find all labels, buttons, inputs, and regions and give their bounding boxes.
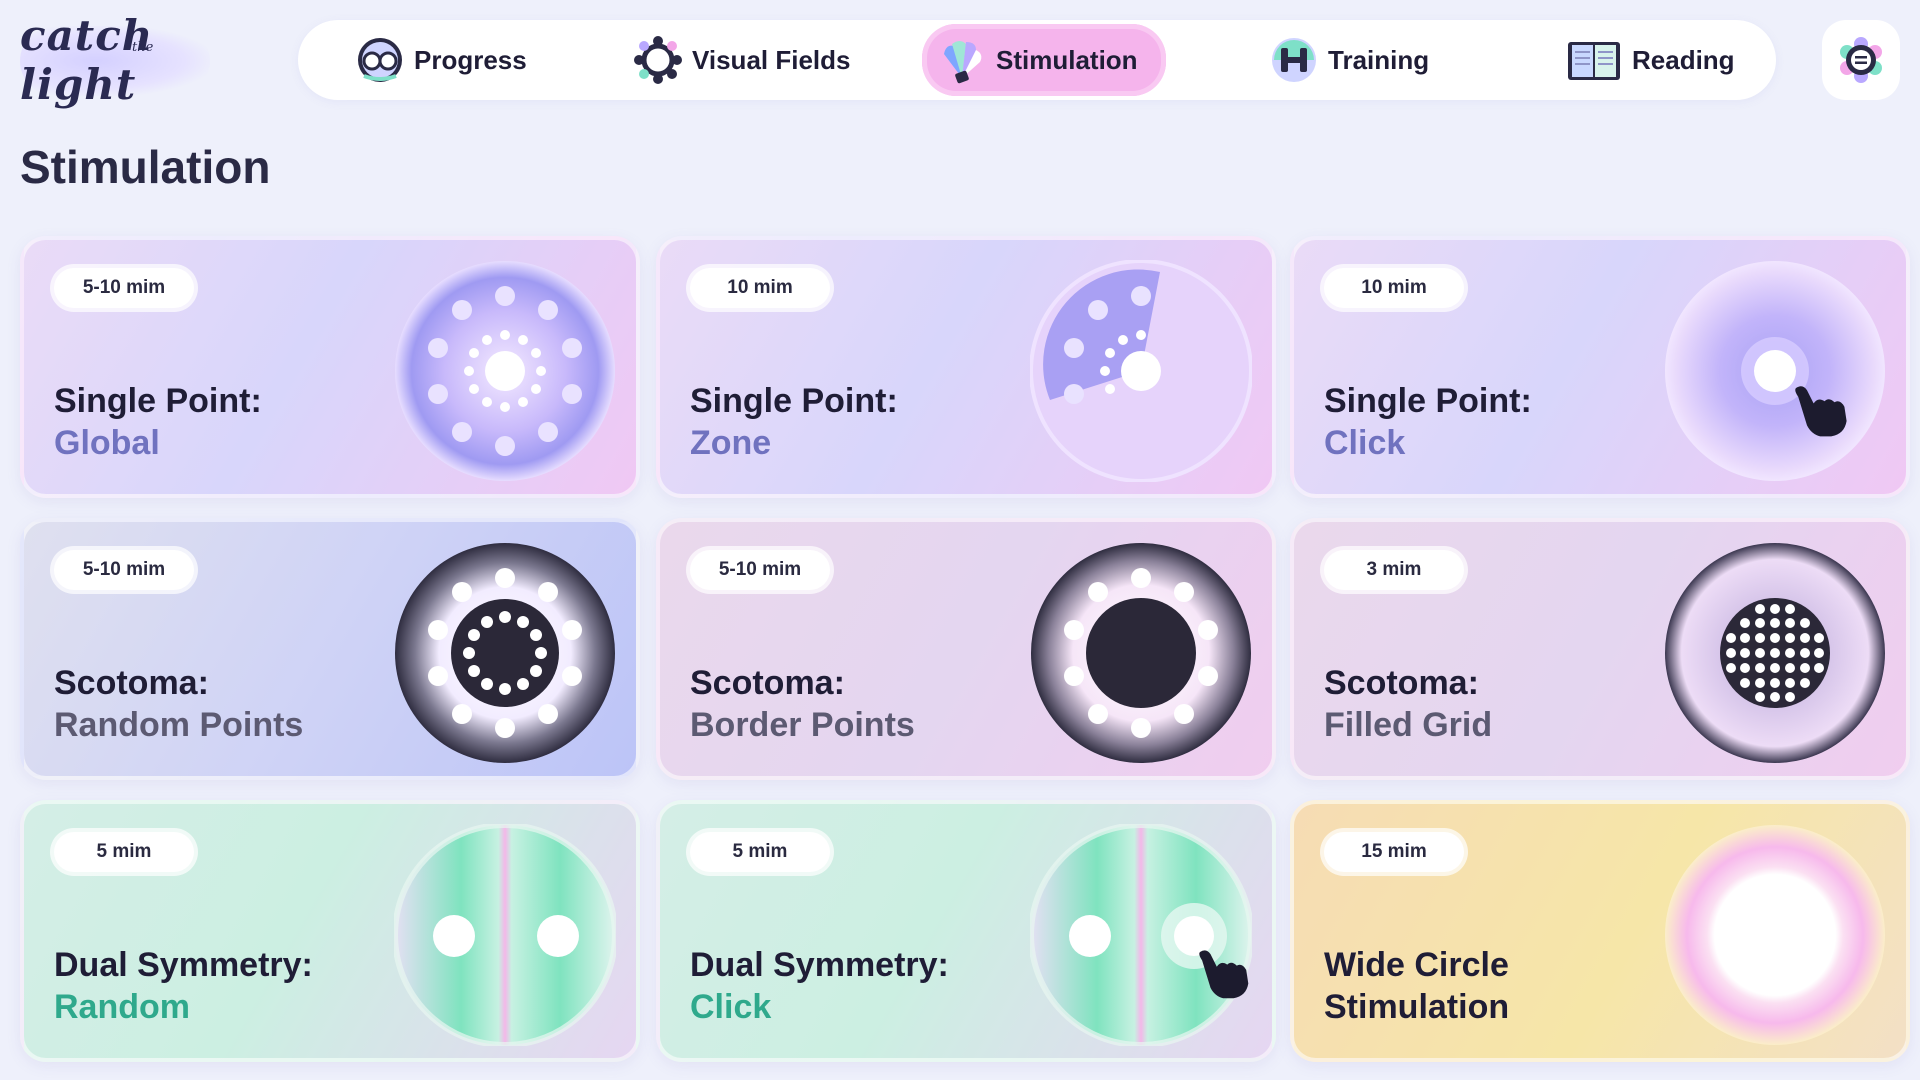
card-title-line2: Click	[690, 988, 772, 1026]
duration-badge: 15 mim	[1324, 832, 1464, 872]
card-title-line1: Dual Symmetry:	[690, 946, 949, 984]
card-title-line1: Scotoma:	[690, 664, 845, 702]
card-title-line1: Scotoma:	[1324, 664, 1479, 702]
stimulation-orb-border-points	[1031, 543, 1251, 763]
card-scotoma-filled-grid[interactable]: 3 mim Scotoma: Filled Grid	[1290, 518, 1910, 780]
duration-badge: 5-10 mim	[54, 268, 194, 308]
card-title-line1: Single Point:	[1324, 382, 1532, 420]
main-nav: Progress Visual Fields Stimulation Train…	[298, 20, 1776, 100]
nav-label-progress: Progress	[414, 44, 527, 75]
card-title-line2: Border Points	[690, 706, 915, 744]
duration-badge: 5 mim	[54, 832, 194, 872]
stimulation-orb-wide-circle	[1665, 825, 1885, 1045]
duration-badge: 10 mim	[690, 268, 830, 308]
nav-item-progress[interactable]: Progress	[356, 30, 527, 90]
duration-badge: 5 mim	[690, 832, 830, 872]
light-burst-icon	[944, 41, 982, 84]
card-title-line2: Filled Grid	[1324, 706, 1493, 744]
visual-field-grid-icon	[634, 36, 682, 84]
card-title-line1: Scotoma:	[54, 664, 209, 702]
card-title: Dual Symmetry: Random	[54, 944, 384, 1028]
nav-label-reading: Reading	[1632, 44, 1735, 75]
app-logo: catchlight the	[20, 11, 260, 109]
dumbbell-icon	[1272, 38, 1316, 82]
stimulation-orb-click	[1665, 261, 1885, 481]
settings-gear-icon	[1840, 37, 1882, 83]
card-title-line2: Global	[54, 424, 160, 462]
card-title-line1: Single Point:	[54, 382, 262, 420]
stimulation-orb-random-points	[395, 543, 615, 763]
duration-badge: 5-10 mim	[690, 550, 830, 590]
card-title-line1: Dual Symmetry:	[54, 946, 313, 984]
card-title-line2: Stimulation	[1324, 988, 1510, 1026]
card-title: Scotoma: Filled Grid	[1324, 662, 1654, 746]
card-title: Single Point: Zone	[690, 380, 1020, 464]
card-title-line2: Click	[1324, 424, 1406, 462]
card-scotoma-border-points[interactable]: 5-10 mim Scotoma: Border Points	[656, 518, 1276, 780]
card-single-point-click[interactable]: 10 mim Single Point: Click	[1290, 236, 1910, 498]
card-title: Scotoma: Random Points	[54, 662, 384, 746]
logo-the: the	[132, 40, 154, 55]
nav-label-stimulation: Stimulation	[996, 44, 1138, 75]
stimulation-orb-filled-grid	[1665, 543, 1885, 763]
card-title: Scotoma: Border Points	[690, 662, 1020, 746]
logo-wordmark: catchlight	[20, 11, 154, 109]
card-title-line2: Random	[54, 988, 190, 1026]
owl-eyes-icon	[358, 38, 402, 82]
card-title-line1: Wide Circle	[1324, 946, 1509, 984]
card-scotoma-random-points[interactable]: 5-10 mim Scotoma: Random Points	[20, 518, 640, 780]
card-title-line2: Zone	[690, 424, 772, 462]
nav-item-visual-fields[interactable]: Visual Fields	[634, 30, 850, 90]
card-dual-symmetry-random[interactable]: 5 mim Dual Symmetry: Random	[20, 800, 640, 1062]
nav-item-reading[interactable]: Reading	[1566, 30, 1735, 90]
duration-badge: 3 mim	[1324, 550, 1464, 590]
card-title: Wide Circle Stimulation	[1324, 944, 1654, 1028]
card-title: Dual Symmetry: Click	[690, 944, 1020, 1028]
card-wide-circle-stimulation[interactable]: 15 mim Wide Circle Stimulation	[1290, 800, 1910, 1062]
card-title-line1: Single Point:	[690, 382, 898, 420]
nav-item-stimulation[interactable]: Stimulation	[922, 24, 1166, 96]
card-single-point-global[interactable]: 5-10 mim Single Point: Global	[20, 236, 640, 498]
card-single-point-zone[interactable]: 10 mim Single Point: Zone	[656, 236, 1276, 498]
stimulation-orb-global	[395, 261, 615, 481]
card-dual-symmetry-click[interactable]: 5 mim Dual Symmetry: Click	[656, 800, 1276, 1062]
settings-button[interactable]	[1822, 20, 1900, 100]
stimulation-orb-dual-random	[394, 824, 616, 1046]
duration-badge: 5-10 mim	[54, 550, 194, 590]
card-title: Single Point: Global	[54, 380, 384, 464]
card-title: Single Point: Click	[1324, 380, 1654, 464]
stimulation-orb-dual-click	[1030, 824, 1252, 1046]
open-book-icon	[1568, 42, 1620, 80]
nav-label-visual-fields: Visual Fields	[692, 44, 851, 75]
duration-badge: 10 mim	[1324, 268, 1464, 308]
page-title: Stimulation	[20, 141, 271, 193]
stimulation-orb-zone	[1030, 260, 1252, 482]
card-title-line2: Random Points	[54, 706, 304, 744]
nav-item-training[interactable]: Training	[1270, 30, 1429, 90]
nav-label-training: Training	[1328, 44, 1430, 75]
